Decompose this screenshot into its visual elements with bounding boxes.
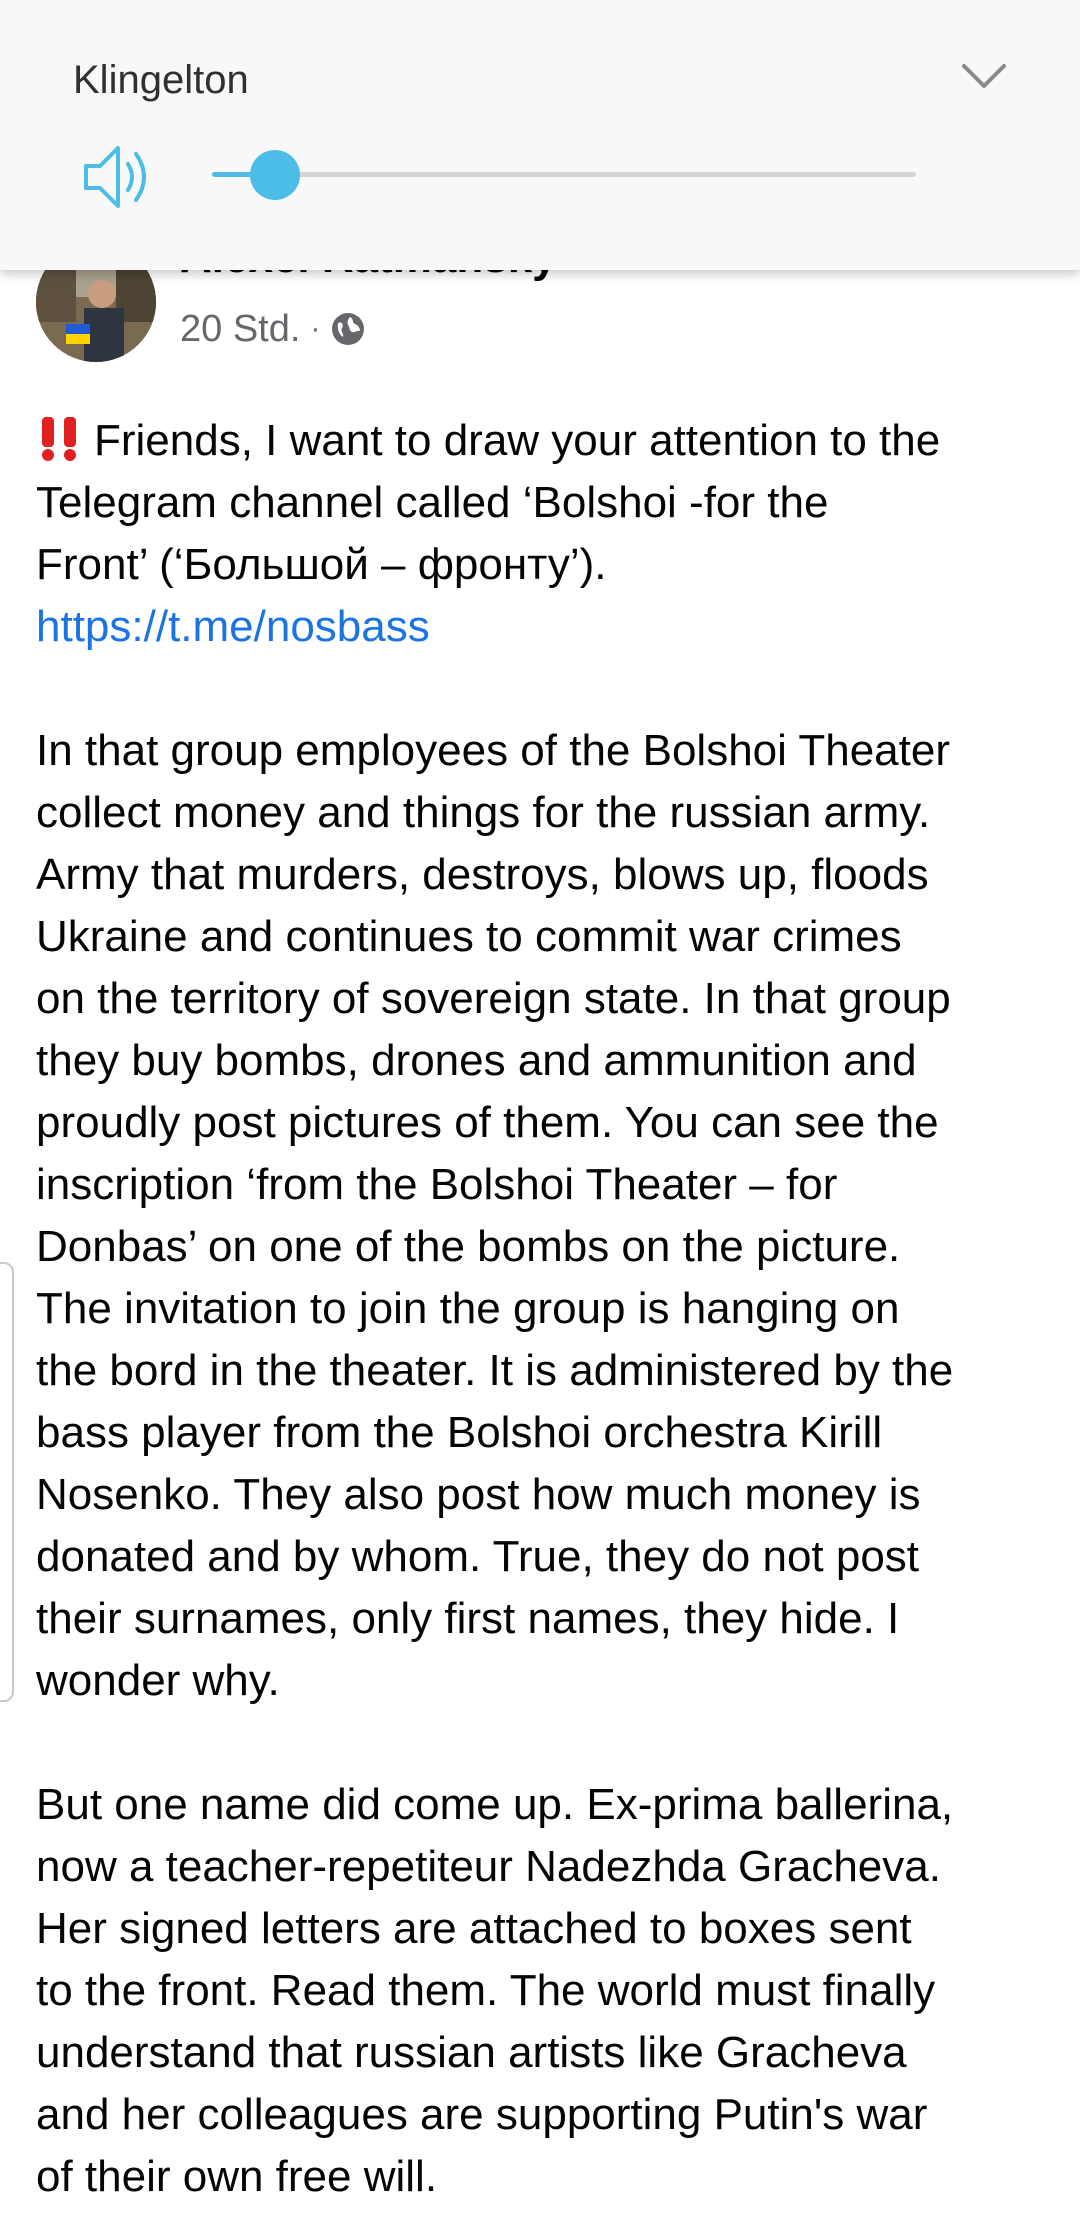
globe-icon	[332, 313, 365, 345]
post-timestamp[interactable]: 20 Std.	[180, 306, 300, 352]
post-line: of their own free will.	[36, 2152, 438, 2201]
post-line: Donbas’ on one of the bombs on the pictu…	[36, 1222, 901, 1271]
post-line: and her colleagues are supporting Putin'…	[36, 2090, 928, 2139]
post-line: inscription ‘from the Bolshoi Theater – …	[36, 1160, 838, 1209]
post-line: But one name did come up. Ex-prima balle…	[36, 1780, 954, 1829]
post-line: on the territory of sovereign state. In …	[36, 974, 951, 1023]
post-line: the bord in the theater. It is administe…	[36, 1346, 954, 1395]
slider-thumb[interactable]	[250, 150, 301, 200]
post-line: Nosenko. They also post how much money i…	[36, 1470, 921, 1519]
slider-track[interactable]	[212, 172, 916, 177]
facebook-post: Alexei Ratmansky ··· 20 Std. · Friends, …	[0, 0, 1080, 2220]
post-paragraph-1: Friends, I want to draw your attention t…	[36, 410, 1046, 658]
post-meta: 20 Std. ·	[180, 306, 366, 352]
post-line: Friends, I want to draw your attention t…	[36, 410, 1046, 472]
telegram-link[interactable]: https://t.me/nosbass	[36, 596, 1046, 658]
volume-stream-label: Klingelton	[73, 58, 249, 102]
speaker-icon[interactable]	[82, 140, 158, 214]
post-paragraph-3: But one name did come up. Ex-prima balle…	[36, 1774, 1046, 2208]
phone-screen: Alexei Ratmansky ··· 20 Std. · Friends, …	[0, 0, 1080, 2220]
post-paragraph-2: In that group employees of the Bolshoi T…	[36, 720, 1046, 1712]
post-line: Telegram channel called ‘Bolshoi -for th…	[36, 478, 829, 527]
post-line: collect money and things for the russian…	[36, 788, 931, 837]
post-line: to the front. Read them. The world must …	[36, 1966, 936, 2015]
post-line: donated and by whom. True, they do not p…	[36, 1532, 920, 1581]
meta-separator: ·	[310, 312, 321, 345]
post-line: understand that russian artists like Gra…	[36, 2028, 907, 2077]
post-line: Army that murders, destroys, blows up, f…	[36, 850, 929, 899]
post-line: Ukraine and continues to commit war crim…	[36, 912, 902, 961]
post-line: they buy bombs, drones and ammunition an…	[36, 1036, 917, 1085]
post-line: wonder why.	[36, 1656, 280, 1705]
post-line-text: Friends, I want to draw your attention t…	[94, 416, 941, 465]
chevron-down-icon[interactable]	[958, 56, 1010, 96]
post-line: Her signed letters are attached to boxes…	[36, 1904, 912, 1953]
post-line: their surnames, only first names, they h…	[36, 1594, 900, 1643]
post-line: The invitation to join the group is hang…	[36, 1284, 900, 1333]
post-line: In that group employees of the Bolshoi T…	[36, 726, 950, 775]
post-text: Friends, I want to draw your attention t…	[36, 410, 1046, 2220]
volume-slider[interactable]	[212, 150, 916, 200]
post-line: proudly post pictures of them. You can s…	[36, 1098, 939, 1147]
post-line: bass player from the Bolshoi orchestra K…	[36, 1408, 883, 1457]
post-line: Front’ (‘Большой – фронту’).	[36, 540, 607, 589]
bangbang-icon	[42, 417, 76, 461]
post-line: now a teacher-repetiteur Nadezhda Grache…	[36, 1842, 941, 1891]
edge-handle[interactable]	[0, 1262, 14, 1702]
volume-panel: Klingelton	[0, 0, 1080, 270]
